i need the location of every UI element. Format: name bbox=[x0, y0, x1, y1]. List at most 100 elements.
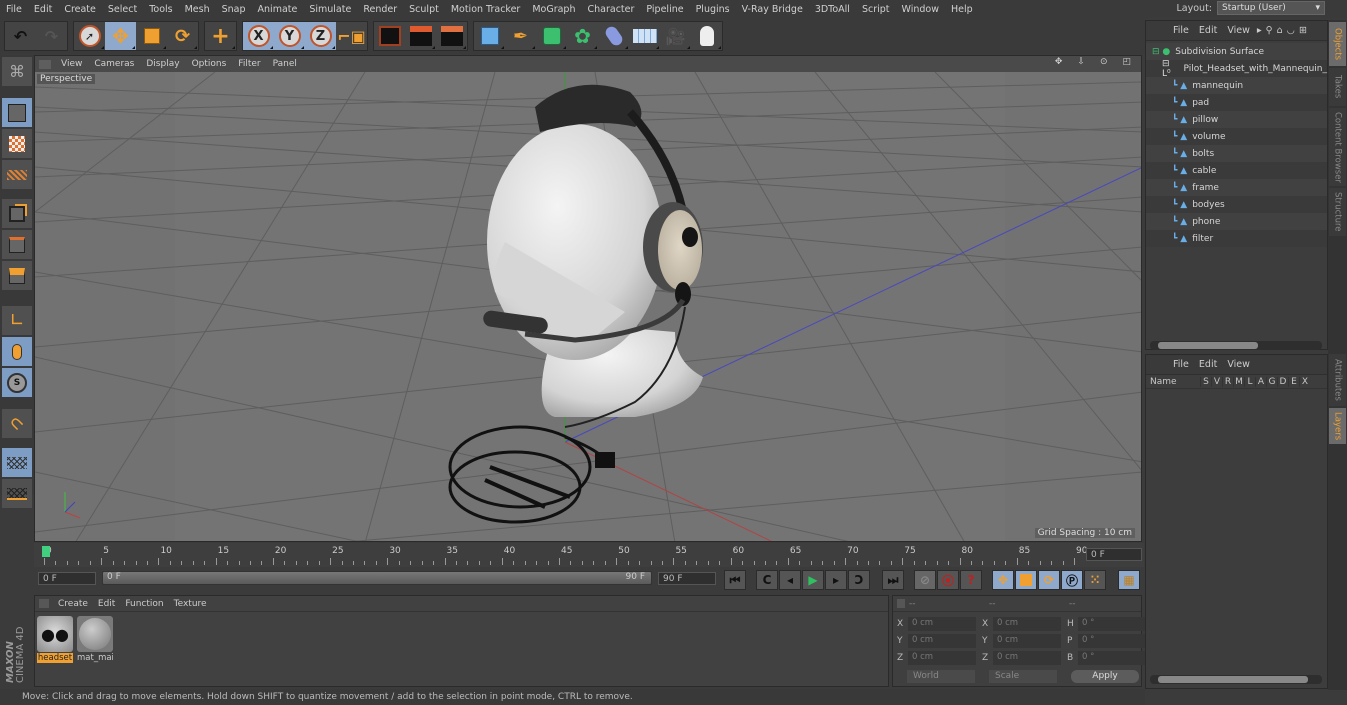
size-z-field[interactable]: 0 cm bbox=[993, 651, 1061, 665]
object-menu-view[interactable]: View bbox=[1222, 25, 1255, 36]
object-hscrollbar[interactable] bbox=[1150, 341, 1322, 350]
preview-range-slider[interactable]: 0 F 90 F bbox=[102, 571, 652, 585]
material-menu-function[interactable]: Function bbox=[120, 599, 168, 609]
subdivision-surface-button[interactable] bbox=[536, 22, 567, 50]
object-row[interactable]: ⊟ L⁰ Pilot_Headset_with_Mannequin_ bbox=[1146, 59, 1327, 79]
timeline-window-button[interactable]: ▦ bbox=[1118, 570, 1140, 590]
menu-window[interactable]: Window bbox=[896, 4, 945, 15]
play-button[interactable]: ▶ bbox=[802, 570, 824, 590]
solo-mode-button[interactable]: S bbox=[2, 368, 32, 397]
material-menu-texture[interactable]: Texture bbox=[169, 599, 212, 609]
tab-objects[interactable]: Objects bbox=[1329, 22, 1346, 66]
menu-simulate[interactable]: Simulate bbox=[303, 4, 357, 15]
viewport-menu-view[interactable]: View bbox=[55, 59, 88, 69]
layer-menu-file[interactable]: File bbox=[1168, 359, 1194, 370]
menu-plugins[interactable]: Plugins bbox=[690, 4, 736, 15]
maximize-view-icon[interactable]: ◰ bbox=[1116, 57, 1137, 67]
render-settings-button[interactable] bbox=[436, 22, 467, 50]
layer-column-a[interactable]: A bbox=[1255, 376, 1266, 387]
move-view-icon[interactable]: ✥ bbox=[1049, 57, 1069, 67]
rotation-b-field[interactable]: 0 ° bbox=[1078, 651, 1146, 665]
key-position-button[interactable]: ✥ bbox=[992, 570, 1014, 590]
key-rotation-button[interactable]: ⟳ bbox=[1038, 570, 1060, 590]
menu-file[interactable]: File bbox=[0, 4, 28, 15]
coordinate-system-button[interactable]: ⌐▣ bbox=[336, 22, 367, 50]
start-frame-field[interactable]: 0 F bbox=[38, 572, 96, 585]
viewport-menu-panel[interactable]: Panel bbox=[267, 59, 303, 69]
menu-tools[interactable]: Tools bbox=[143, 4, 178, 15]
menu-edit[interactable]: Edit bbox=[28, 4, 58, 15]
material-headset[interactable]: ●● headset bbox=[37, 616, 73, 663]
menu-3dtoall[interactable]: 3DToAll bbox=[809, 4, 856, 15]
previous-frame-button[interactable]: ◂ bbox=[779, 570, 801, 590]
object-row[interactable]: ┗ ▲ frame bbox=[1146, 179, 1327, 196]
size-x-field[interactable]: 0 cm bbox=[993, 617, 1061, 631]
object-row[interactable]: ┗ ▲ volume bbox=[1146, 128, 1327, 145]
workplane-mode-button[interactable] bbox=[2, 160, 32, 189]
motion-record-button[interactable]: ⊘ bbox=[914, 570, 936, 590]
rotate-tool-button[interactable]: ⟳ bbox=[167, 22, 198, 50]
go-to-start-button[interactable]: ⏮ bbox=[724, 570, 746, 590]
menu-character[interactable]: Character bbox=[581, 4, 640, 15]
tab-structure[interactable]: Structure bbox=[1329, 188, 1346, 236]
current-frame-field[interactable]: 0 F bbox=[1086, 548, 1142, 561]
object-row[interactable]: ┗ ▲ cable bbox=[1146, 162, 1327, 179]
tab-layers[interactable]: Layers bbox=[1329, 408, 1346, 444]
layer-column-v[interactable]: V bbox=[1211, 376, 1222, 387]
viewport-menu-cameras[interactable]: Cameras bbox=[88, 59, 140, 69]
coordinate-space-dropdown[interactable]: World bbox=[907, 670, 975, 683]
rotation-p-field[interactable]: 0 ° bbox=[1078, 634, 1146, 648]
cube-button[interactable] bbox=[474, 22, 505, 50]
coordinate-mode-dropdown[interactable]: Scale bbox=[989, 670, 1057, 683]
layer-column-d[interactable]: D bbox=[1277, 376, 1288, 387]
next-keyframe-button[interactable]: Ↄ bbox=[848, 570, 870, 590]
layer-column-x[interactable]: X bbox=[1299, 376, 1310, 387]
pen-button[interactable]: ✒ bbox=[505, 22, 536, 50]
object-row[interactable]: ┗ ▲ pillow bbox=[1146, 111, 1327, 128]
undo-button[interactable]: ↶ bbox=[5, 22, 36, 50]
y-axis-lock-button[interactable]: Y bbox=[274, 22, 305, 50]
layer-column-m[interactable]: M bbox=[1233, 376, 1244, 387]
rotation-h-field[interactable]: 0 ° bbox=[1078, 617, 1146, 631]
position-y-field[interactable]: 0 cm bbox=[908, 634, 976, 648]
recent-tool-button[interactable]: + bbox=[205, 22, 236, 50]
key-scale-button[interactable] bbox=[1015, 570, 1037, 590]
viewport-menu-filter[interactable]: Filter bbox=[232, 59, 266, 69]
menu-help[interactable]: Help bbox=[945, 4, 979, 15]
layer-column-s[interactable]: S bbox=[1200, 376, 1211, 387]
menu-animate[interactable]: Animate bbox=[252, 4, 304, 15]
record-active-objects-button[interactable]: ⦿ bbox=[937, 570, 959, 590]
polygons-mode-button[interactable] bbox=[2, 261, 32, 290]
search-icon[interactable]: ⚲ bbox=[1264, 25, 1275, 36]
scale-tool-button[interactable] bbox=[136, 22, 167, 50]
points-mode-button[interactable] bbox=[2, 199, 32, 228]
texture-mode-button[interactable] bbox=[2, 129, 32, 158]
viewport-menu-display[interactable]: Display bbox=[140, 59, 185, 69]
tab-takes[interactable]: Takes bbox=[1329, 68, 1346, 106]
object-menu-file[interactable]: File bbox=[1168, 25, 1194, 36]
more-arrow-icon[interactable]: ▸ bbox=[1255, 25, 1264, 36]
object-row[interactable]: ┗ ▲ bolts bbox=[1146, 145, 1327, 162]
position-x-field[interactable]: 0 cm bbox=[908, 617, 976, 631]
next-frame-button[interactable]: ▸ bbox=[825, 570, 847, 590]
zoom-view-icon[interactable]: ⇩ bbox=[1071, 57, 1091, 67]
material-menu-create[interactable]: Create bbox=[53, 599, 93, 609]
ruler-track[interactable]: 051015202530354045505560657075808590 bbox=[44, 543, 1087, 567]
menu-create[interactable]: Create bbox=[58, 4, 102, 15]
layer-hscrollbar[interactable] bbox=[1150, 675, 1322, 684]
lock-workplane-button[interactable] bbox=[2, 448, 32, 477]
object-row[interactable]: ┗ ▲ bodyes bbox=[1146, 196, 1327, 213]
menu-sculpt[interactable]: Sculpt bbox=[403, 4, 445, 15]
layer-menu-view[interactable]: View bbox=[1222, 359, 1255, 370]
camera-button[interactable]: 🎥 bbox=[660, 22, 691, 50]
object-menu-edit[interactable]: Edit bbox=[1194, 25, 1222, 36]
layer-menu-edit[interactable]: Edit bbox=[1194, 359, 1222, 370]
viewport-menu-options[interactable]: Options bbox=[186, 59, 233, 69]
menu-snap[interactable]: Snap bbox=[216, 4, 252, 15]
object-row[interactable]: ┗ ▲ mannequin bbox=[1146, 77, 1327, 94]
menu-motion-tracker[interactable]: Motion Tracker bbox=[445, 4, 527, 15]
size-y-field[interactable]: 0 cm bbox=[993, 634, 1061, 648]
layer-column-g[interactable]: G bbox=[1266, 376, 1277, 387]
position-z-field[interactable]: 0 cm bbox=[908, 651, 976, 665]
layer-column-name[interactable]: Name bbox=[1150, 377, 1200, 387]
